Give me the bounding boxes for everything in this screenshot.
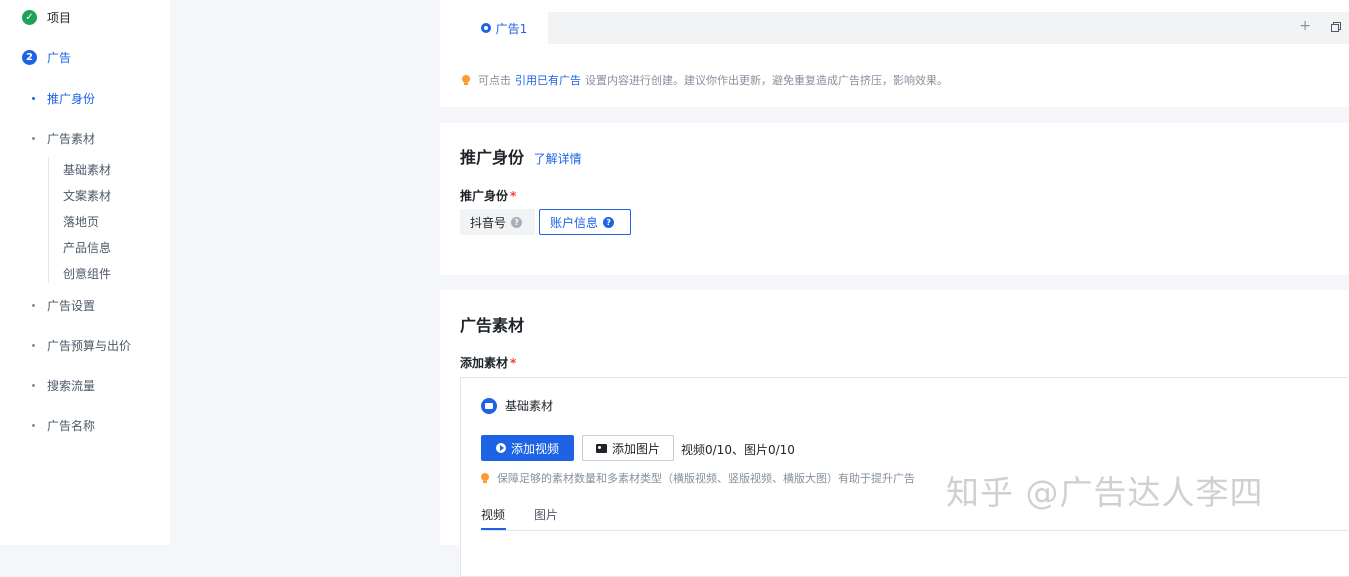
field-label: 添加素材 * xyxy=(460,356,517,370)
nav-item-label: 搜索流量 xyxy=(47,379,96,393)
nav-item-label: 推广身份 xyxy=(47,92,96,106)
button-label: 添加图片 xyxy=(611,441,660,456)
step-label: 项目 xyxy=(47,11,72,25)
nav-item-label: 广告预算与出价 xyxy=(47,339,132,353)
help-icon[interactable]: ? xyxy=(603,216,615,228)
section-title: 推广身份 了解详情 xyxy=(460,144,582,168)
active-tab-indicator xyxy=(481,528,506,530)
field-label-text: 推广身份 xyxy=(460,189,509,203)
plus-icon[interactable]: + xyxy=(1299,18,1311,34)
step-ad[interactable]: 2 广告 xyxy=(22,49,71,66)
step-project[interactable]: ✓ 项目 xyxy=(22,9,71,26)
sub-nav-basic-material[interactable]: 基础素材 xyxy=(63,161,111,178)
bullet-icon xyxy=(32,137,35,140)
ad-tab-bar: 广告1 + xyxy=(460,12,1349,44)
check-circle-icon: ✓ xyxy=(22,10,37,25)
bullet-icon xyxy=(32,344,35,347)
nav-item-search-traffic[interactable]: 搜索流量 xyxy=(32,377,95,394)
section-title: 广告素材 xyxy=(460,316,525,335)
tab-label: 广告1 xyxy=(495,21,528,36)
sub-nav-product-info[interactable]: 产品信息 xyxy=(63,239,111,256)
basic-material-label: 基础素材 xyxy=(505,399,554,413)
field-label: 推广身份 * xyxy=(460,189,517,203)
section-title-text: 推广身份 xyxy=(460,148,525,167)
nav-item-material[interactable]: 广告素材 xyxy=(32,130,95,147)
step-label: 广告 xyxy=(47,51,72,65)
tip-prefix: 可点击 xyxy=(478,74,511,87)
tab-video[interactable]: 视频 xyxy=(481,506,505,523)
material-tip-text: 保障足够的素材数量和多素材类型（横版视频、竖版视频、横版大图）有助于提升广告 xyxy=(497,472,915,485)
material-count: 视频0/10、图片0/10 xyxy=(681,443,795,457)
image-icon xyxy=(595,443,607,453)
tab-ad-1[interactable]: 广告1 xyxy=(460,12,548,44)
lightbulb-icon xyxy=(481,473,489,483)
basic-material-header: 基础素材 xyxy=(481,397,553,414)
nav-item-ad-settings[interactable]: 广告设置 xyxy=(32,297,95,314)
folder-icon xyxy=(481,397,497,414)
nav-item-identity[interactable]: 推广身份 xyxy=(32,90,95,107)
reference-tip: 可点击 引用已有广告 设置内容进行创建。建议你作出更新，避免重复造成广告挤压，影… xyxy=(462,72,948,88)
learn-more-link[interactable]: 了解详情 xyxy=(534,152,582,166)
material-tip: 保障足够的素材数量和多素材类型（横版视频、竖版视频、横版大图）有助于提升广告 xyxy=(481,470,915,486)
option-label: 抖音号 xyxy=(470,215,507,230)
sub-nav-copy-material[interactable]: 文案素材 xyxy=(63,187,111,204)
bullet-icon xyxy=(32,304,35,307)
sub-nav-landing-page[interactable]: 落地页 xyxy=(63,213,99,230)
option-douyin-account[interactable]: 抖音号 ? xyxy=(460,209,535,235)
step-sidebar: ✓ 项目 2 广告 推广身份 广告素材 基础素材 文案素材 落地页 产品信息 创… xyxy=(0,0,170,545)
nav-item-label: 广告名称 xyxy=(47,419,96,433)
bullet-icon xyxy=(32,424,35,427)
nav-item-budget-bid[interactable]: 广告预算与出价 xyxy=(32,337,131,354)
lightbulb-icon xyxy=(462,75,470,85)
nav-item-label: 广告素材 xyxy=(47,132,96,146)
tab-image[interactable]: 图片 xyxy=(534,506,558,523)
tip-suffix: 设置内容进行创建。建议你作出更新，避免重复造成广告挤压，影响效果。 xyxy=(585,74,948,87)
option-label: 账户信息 xyxy=(550,215,599,230)
button-label: 添加视频 xyxy=(510,441,559,456)
add-video-button[interactable]: 添加视频 xyxy=(481,435,574,461)
ad-tabs-card: 广告1 + 可点击 引用已有广告 设置内容进行创建。建议你作出更新，避免重复造成… xyxy=(440,0,1349,107)
copy-icon[interactable] xyxy=(1331,22,1341,32)
play-icon xyxy=(495,443,506,453)
bullet-icon xyxy=(32,384,35,387)
help-icon[interactable]: ? xyxy=(511,216,523,228)
nav-item-label: 广告设置 xyxy=(47,299,96,313)
sub-nav-creative-component[interactable]: 创意组件 xyxy=(63,265,111,282)
step-number-badge: 2 xyxy=(22,50,37,65)
watermark: 知乎 @广告达人李四 xyxy=(946,473,1264,512)
field-label-text: 添加素材 xyxy=(460,356,509,370)
reference-existing-ad-link[interactable]: 引用已有广告 xyxy=(515,72,581,88)
bullet-icon xyxy=(32,97,35,100)
add-image-button[interactable]: 添加图片 xyxy=(582,435,674,461)
identity-card: 推广身份 了解详情 推广身份 * 抖音号 ? 账户信息 ? xyxy=(440,123,1349,275)
option-account-info[interactable]: 账户信息 ? xyxy=(539,209,631,235)
nav-item-ad-name[interactable]: 广告名称 xyxy=(32,417,95,434)
sub-nav-rail xyxy=(48,157,49,283)
ad-icon xyxy=(480,23,491,33)
